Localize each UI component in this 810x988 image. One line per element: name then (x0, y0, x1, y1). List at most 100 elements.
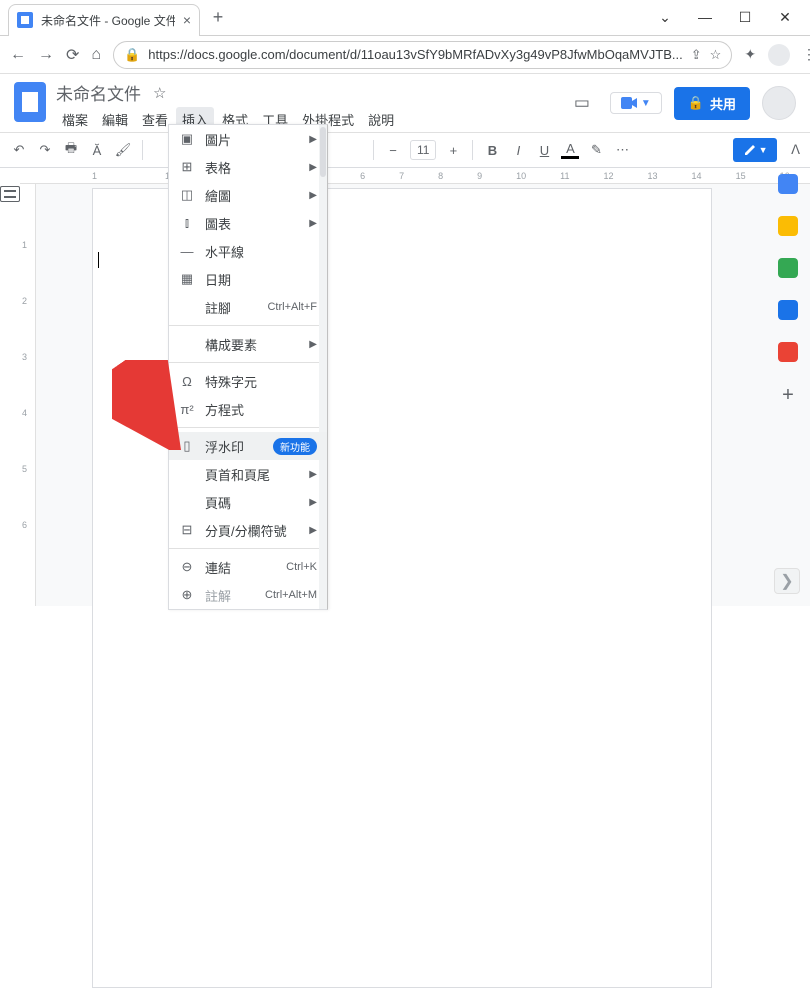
side-app-icon-3[interactable] (778, 300, 798, 320)
menu-icon[interactable]: ⋮ (802, 46, 810, 63)
menu-edit[interactable]: 編輯 (96, 107, 134, 132)
chevron-down-icon[interactable]: ⌄ (658, 9, 672, 26)
menu-item-浮水印[interactable]: ▯浮水印新功能 (169, 432, 327, 460)
submenu-arrow-icon: ▶ (309, 525, 317, 536)
spellcheck-icon[interactable]: Ă (88, 143, 106, 158)
menu-item-構成要素[interactable]: 構成要素▶ (169, 330, 327, 358)
submenu-arrow-icon: ▶ (309, 339, 317, 350)
menu-item-水平線[interactable]: —水平線 (169, 237, 327, 265)
link-icon: ⊖ (179, 559, 195, 575)
maximize-icon[interactable]: ☐ (738, 9, 752, 26)
undo-icon[interactable]: ↶ (10, 142, 28, 158)
menu-file[interactable]: 檔案 (56, 107, 94, 132)
bold-icon[interactable]: B (483, 143, 501, 158)
date-icon: ▦ (179, 271, 195, 287)
share-button[interactable]: 🔒 共用 (674, 87, 750, 120)
menu-item-頁首和頁尾[interactable]: 頁首和頁尾▶ (169, 460, 327, 488)
star-url-icon[interactable]: ☆ (710, 47, 722, 63)
menu-item-註腳[interactable]: 註腳Ctrl+Alt+F (169, 293, 327, 321)
doc-title[interactable]: 未命名文件 (56, 80, 141, 105)
font-size-plus[interactable]: + (444, 143, 462, 158)
url-text: https://docs.google.com/document/d/11oau… (148, 47, 682, 62)
close-tab-icon[interactable]: × (183, 12, 191, 28)
back-icon[interactable]: ← (10, 46, 26, 64)
menu-item-圖表[interactable]: ⫾圖表▶ (169, 209, 327, 237)
docs-favicon (17, 12, 33, 28)
side-panel: + (766, 168, 810, 407)
expand-side-panel-icon[interactable]: ❯ (774, 568, 800, 594)
pagebreak-icon: ⊟ (179, 522, 195, 538)
menu-item-特殊字元[interactable]: Ω特殊字元 (169, 367, 327, 395)
font-size-minus[interactable]: − (384, 143, 402, 158)
meet-button[interactable]: ▼ (610, 92, 662, 114)
collapse-toolbar-icon[interactable]: ᐱ (791, 142, 800, 158)
print-icon[interactable]: 🖶 (62, 139, 80, 161)
annotation-arrow (112, 360, 182, 450)
menu-item-繪圖[interactable]: ◫繪圖▶ (169, 181, 327, 209)
window-controls: ⌄ — ☐ ✕ (658, 9, 810, 26)
side-app-icon-1[interactable] (778, 216, 798, 236)
video-icon (621, 97, 637, 109)
hr-icon: — (179, 244, 195, 259)
browser-tab[interactable]: 未命名文件 - Google 文件 × (8, 4, 200, 36)
menu-item-連結[interactable]: ⊖連結Ctrl+K (169, 553, 327, 581)
account-avatar[interactable] (762, 86, 796, 120)
insert-dropdown: ▣圖片▶⊞表格▶◫繪圖▶⫾圖表▶—水平線▦日期註腳Ctrl+Alt+F 構成要素▶… (168, 124, 328, 610)
menu-help[interactable]: 說明 (362, 107, 400, 132)
pencil-icon (743, 143, 757, 157)
image-icon: ▣ (179, 131, 195, 147)
menu-item-圖片[interactable]: ▣圖片▶ (169, 125, 327, 153)
menu-item-方程式[interactable]: π²方程式 (169, 395, 327, 423)
share-url-icon[interactable]: ⇪ (691, 47, 702, 63)
star-icon[interactable]: ☆ (153, 84, 166, 102)
submenu-arrow-icon: ▶ (309, 469, 317, 480)
outline-toggle-icon[interactable] (0, 186, 20, 202)
menu-item-日期[interactable]: ▦日期 (169, 265, 327, 293)
docs-logo-icon[interactable] (14, 82, 46, 122)
more-tools-icon[interactable]: ⋯ (613, 142, 631, 158)
home-icon[interactable]: ⌂ (91, 46, 101, 64)
tab-title: 未命名文件 - Google 文件 (41, 12, 175, 29)
comment-icon: ⊕ (179, 587, 195, 603)
submenu-arrow-icon: ▶ (309, 190, 317, 201)
redo-icon[interactable]: ↷ (36, 142, 54, 158)
underline-icon[interactable]: U (535, 143, 553, 158)
menu-item-頁碼[interactable]: 頁碼▶ (169, 488, 327, 516)
close-window-icon[interactable]: ✕ (778, 9, 792, 26)
browser-tab-strip: 未命名文件 - Google 文件 × + ⌄ — ☐ ✕ (0, 0, 810, 36)
reload-icon[interactable]: ⟳ (66, 45, 79, 65)
lock-share-icon: 🔒 (688, 95, 704, 111)
lock-icon: 🔒 (124, 47, 140, 63)
profile-icon[interactable] (768, 44, 790, 66)
font-size-input[interactable]: 11 (410, 140, 436, 160)
submenu-arrow-icon: ▶ (309, 497, 317, 508)
menu-item-分頁/分欄符號[interactable]: ⊟分頁/分欄符號▶ (169, 516, 327, 544)
submenu-arrow-icon: ▶ (309, 162, 317, 173)
extensions-icon[interactable]: ✦ (744, 46, 756, 63)
minimize-icon[interactable]: — (698, 9, 712, 26)
highlight-icon[interactable]: ✎ (587, 142, 605, 158)
edit-mode-button[interactable]: ▼ (733, 138, 777, 162)
toolbar: ↶ ↷ 🖶 Ă 🖌 − 11 + B I U A ✎ ⋯ ▼ ᐱ (0, 132, 810, 168)
browser-nav-bar: ← → ⟳ ⌂ 🔒 https://docs.google.com/docume… (0, 36, 810, 74)
share-label: 共用 (710, 94, 736, 113)
paint-format-icon[interactable]: 🖌 (114, 142, 132, 158)
draw-icon: ◫ (179, 187, 195, 203)
vertical-ruler[interactable]: 123456 (20, 184, 36, 606)
horizontal-ruler[interactable]: 1123456789101112131415161718 (20, 168, 810, 184)
side-app-icon-0[interactable] (778, 174, 798, 194)
menu-item-註解: ⊕註解Ctrl+Alt+M (169, 581, 327, 609)
forward-icon[interactable]: → (38, 46, 54, 64)
text-cursor (98, 252, 99, 268)
menu-item-表格[interactable]: ⊞表格▶ (169, 153, 327, 181)
text-color-icon[interactable]: A (561, 141, 579, 159)
comments-icon[interactable]: ▭ (566, 87, 598, 119)
address-bar[interactable]: 🔒 https://docs.google.com/document/d/11o… (113, 41, 732, 69)
new-tab-button[interactable]: + (204, 7, 232, 28)
side-app-icon-4[interactable] (778, 342, 798, 362)
italic-icon[interactable]: I (509, 143, 527, 158)
side-app-icon-2[interactable] (778, 258, 798, 278)
submenu-arrow-icon: ▶ (309, 218, 317, 229)
table-icon: ⊞ (179, 159, 195, 175)
add-side-app-icon[interactable]: + (782, 384, 794, 407)
